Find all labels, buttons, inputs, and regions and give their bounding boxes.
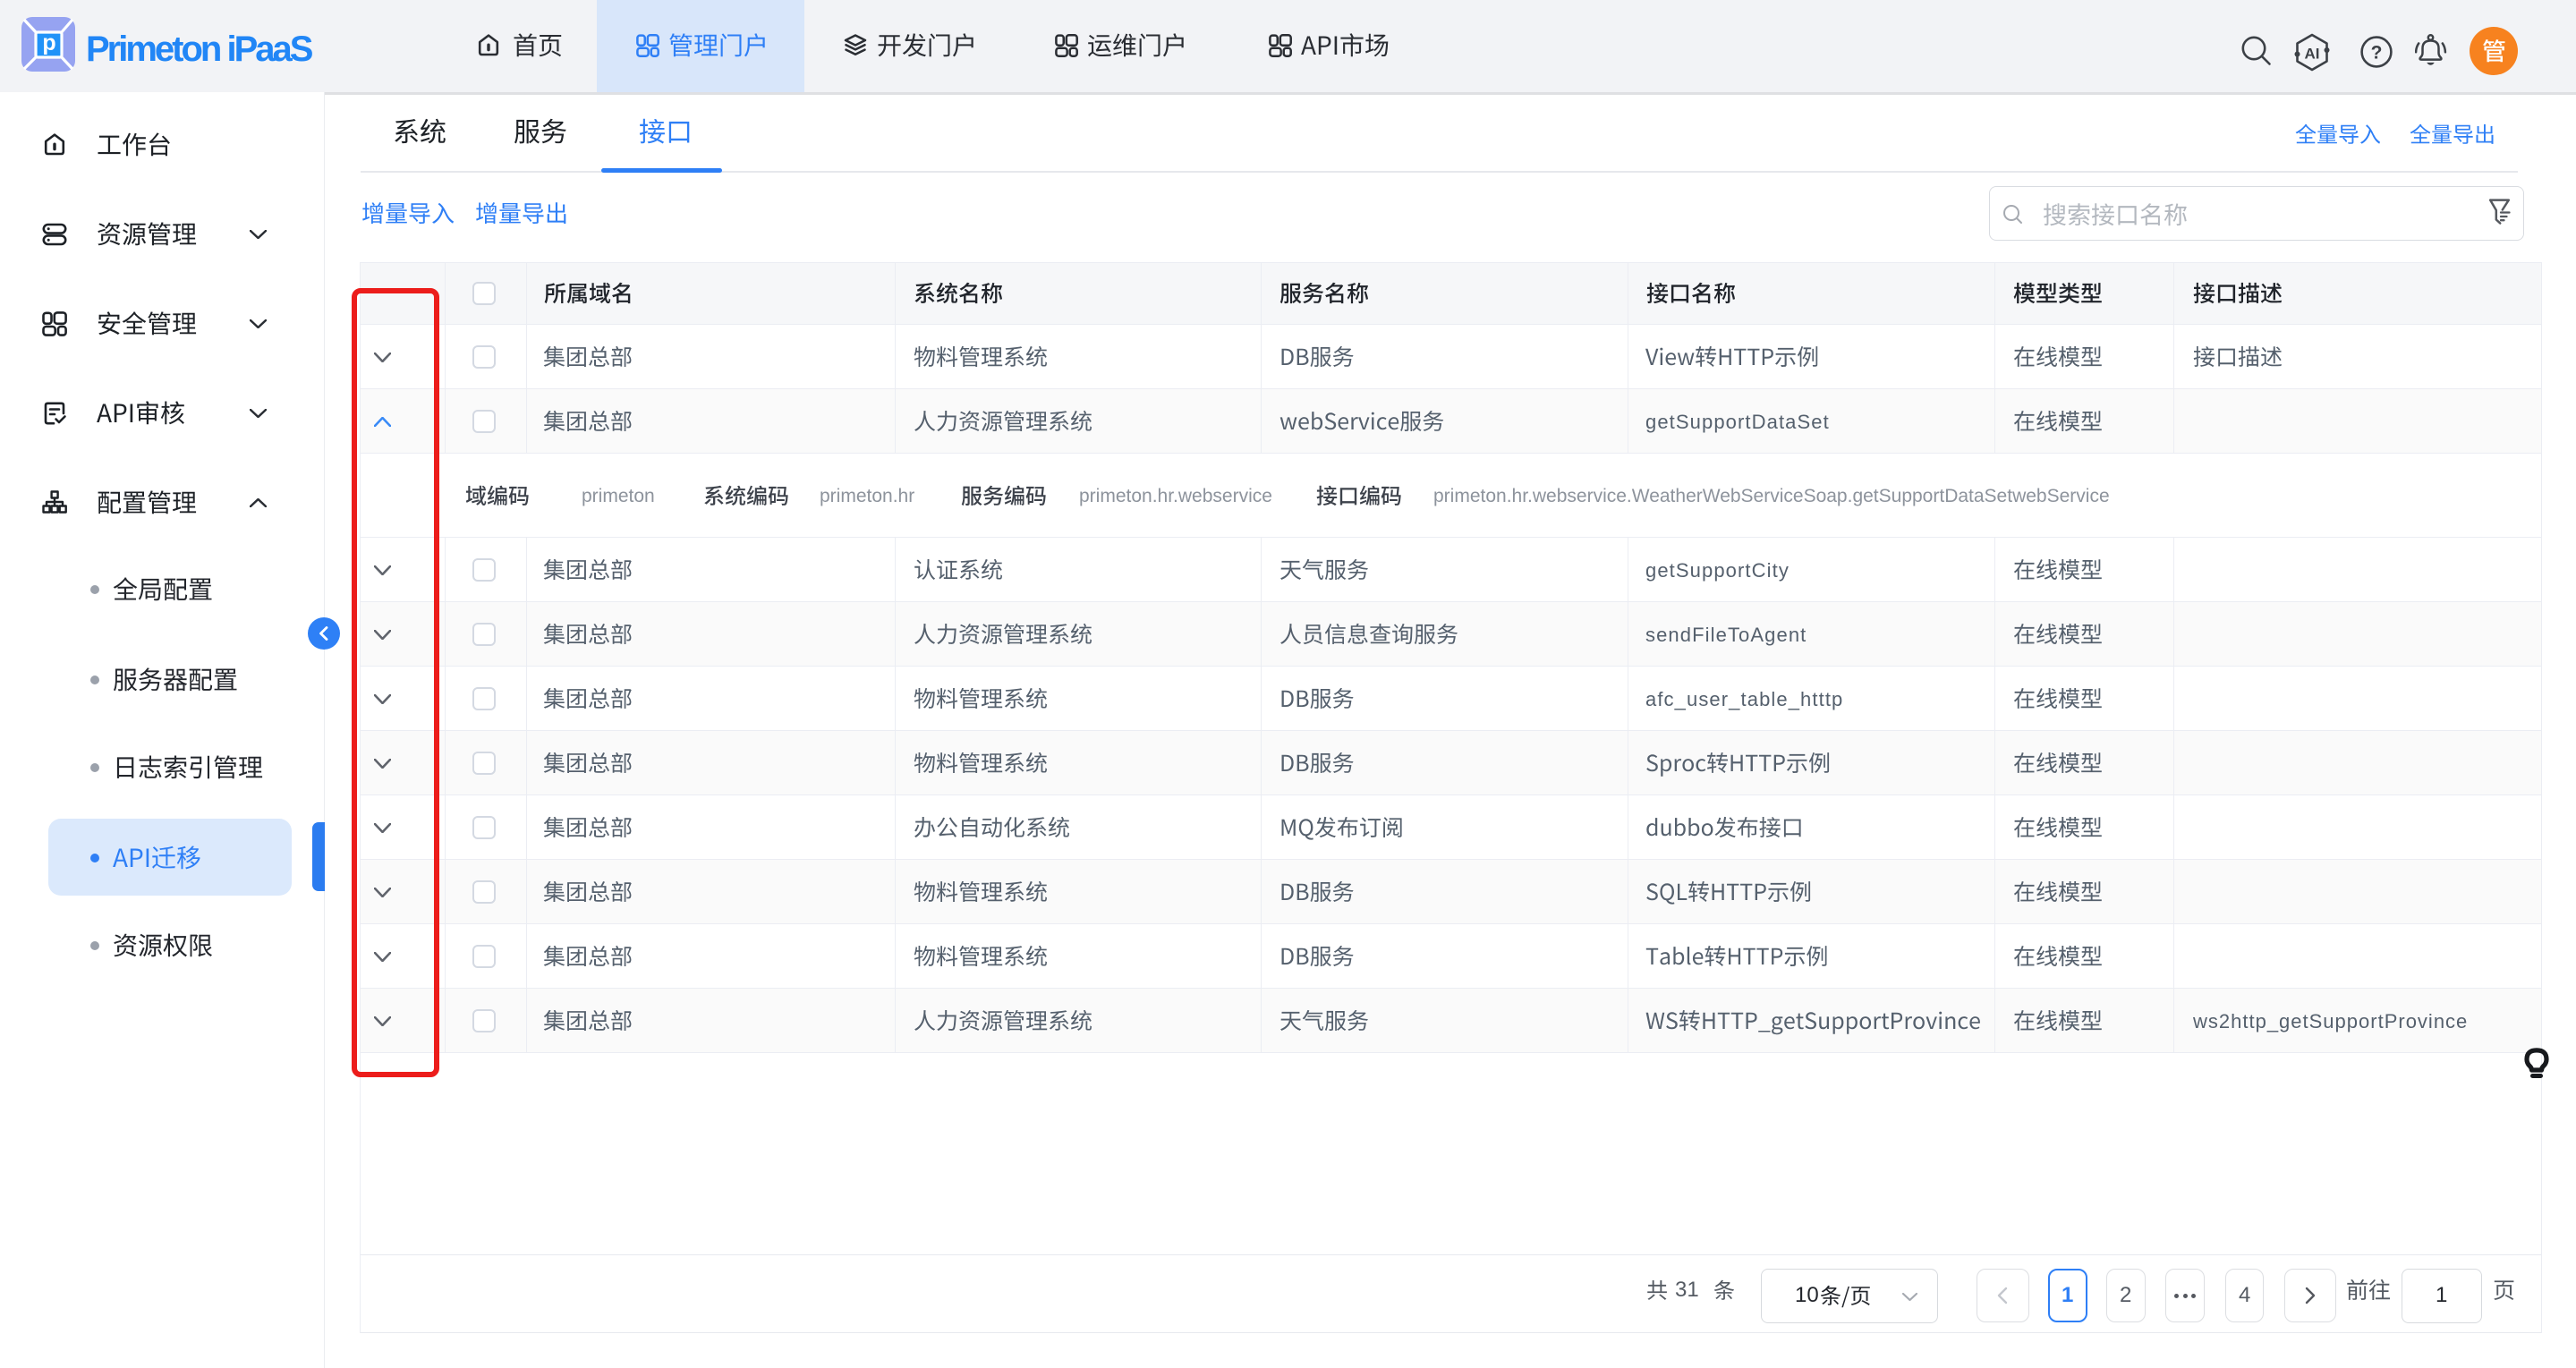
svg-text:?: ?: [2371, 43, 2383, 64]
svg-text:p: p: [42, 30, 55, 55]
svg-text:AI: AI: [2305, 46, 2320, 63]
